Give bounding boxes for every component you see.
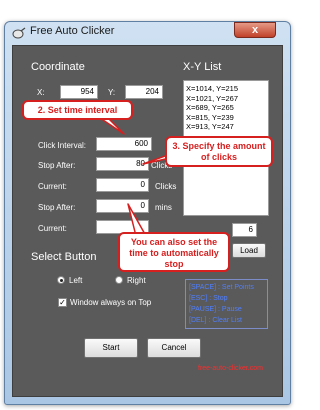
callout-interval: 2. Set time interval [22, 100, 133, 120]
callout-arrows [99, 117, 177, 237]
callout-amount: 3. Specify the amount of clicks [165, 136, 273, 167]
callout-time: You can also set the time to automatical… [118, 232, 230, 272]
